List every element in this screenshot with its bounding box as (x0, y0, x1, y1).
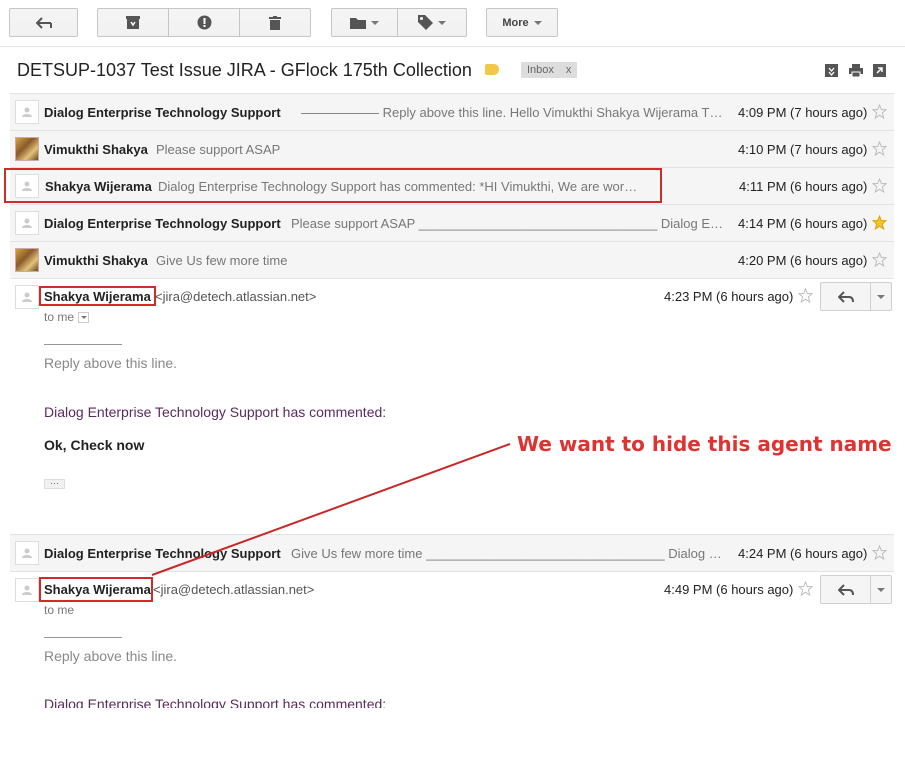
annotation-text: We want to hide this agent name (517, 432, 892, 456)
annotation-arrow-line (151, 443, 511, 576)
